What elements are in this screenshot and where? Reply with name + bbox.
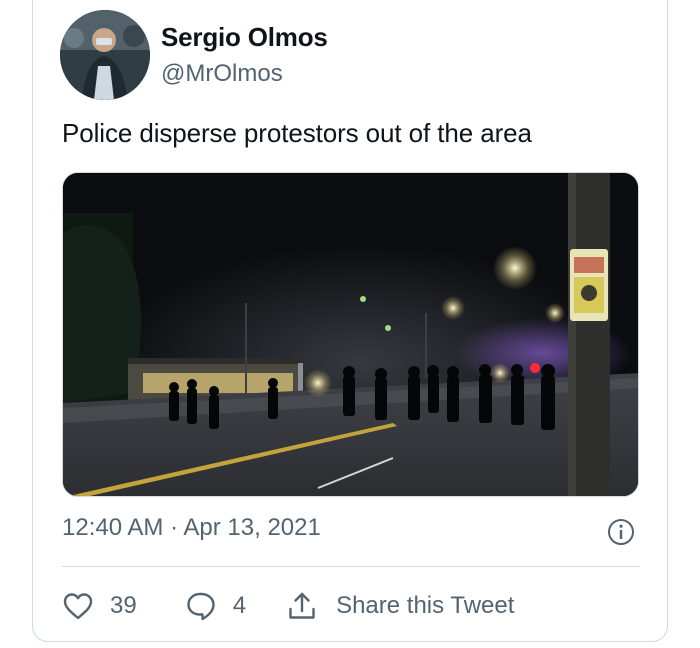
tweet-actions-bar: 39 4 Share this Tweet: [62, 586, 514, 626]
share-label: Share this Tweet: [336, 592, 515, 619]
share-upload-icon: [286, 590, 318, 622]
reply-bubble-icon: [185, 590, 217, 622]
tweet-text: Police disperse protestors out of the ar…: [62, 118, 532, 148]
reply-button[interactable]: 4: [185, 590, 246, 622]
author-handle[interactable]: @MrOlmos: [161, 60, 283, 88]
tweet-media-video[interactable]: [62, 172, 639, 497]
author-display-name[interactable]: Sergio Olmos: [161, 22, 328, 53]
reply-count: 4: [232, 592, 247, 619]
info-icon[interactable]: [606, 517, 636, 547]
heart-icon: [62, 591, 94, 621]
share-button[interactable]: Share this Tweet: [286, 590, 514, 622]
divider: [62, 566, 640, 567]
like-button[interactable]: 39: [62, 591, 137, 621]
tweet-timestamp[interactable]: 12:40 AM · Apr 13, 2021: [62, 514, 321, 542]
like-count: 39: [110, 592, 137, 619]
author-avatar[interactable]: [60, 10, 150, 100]
